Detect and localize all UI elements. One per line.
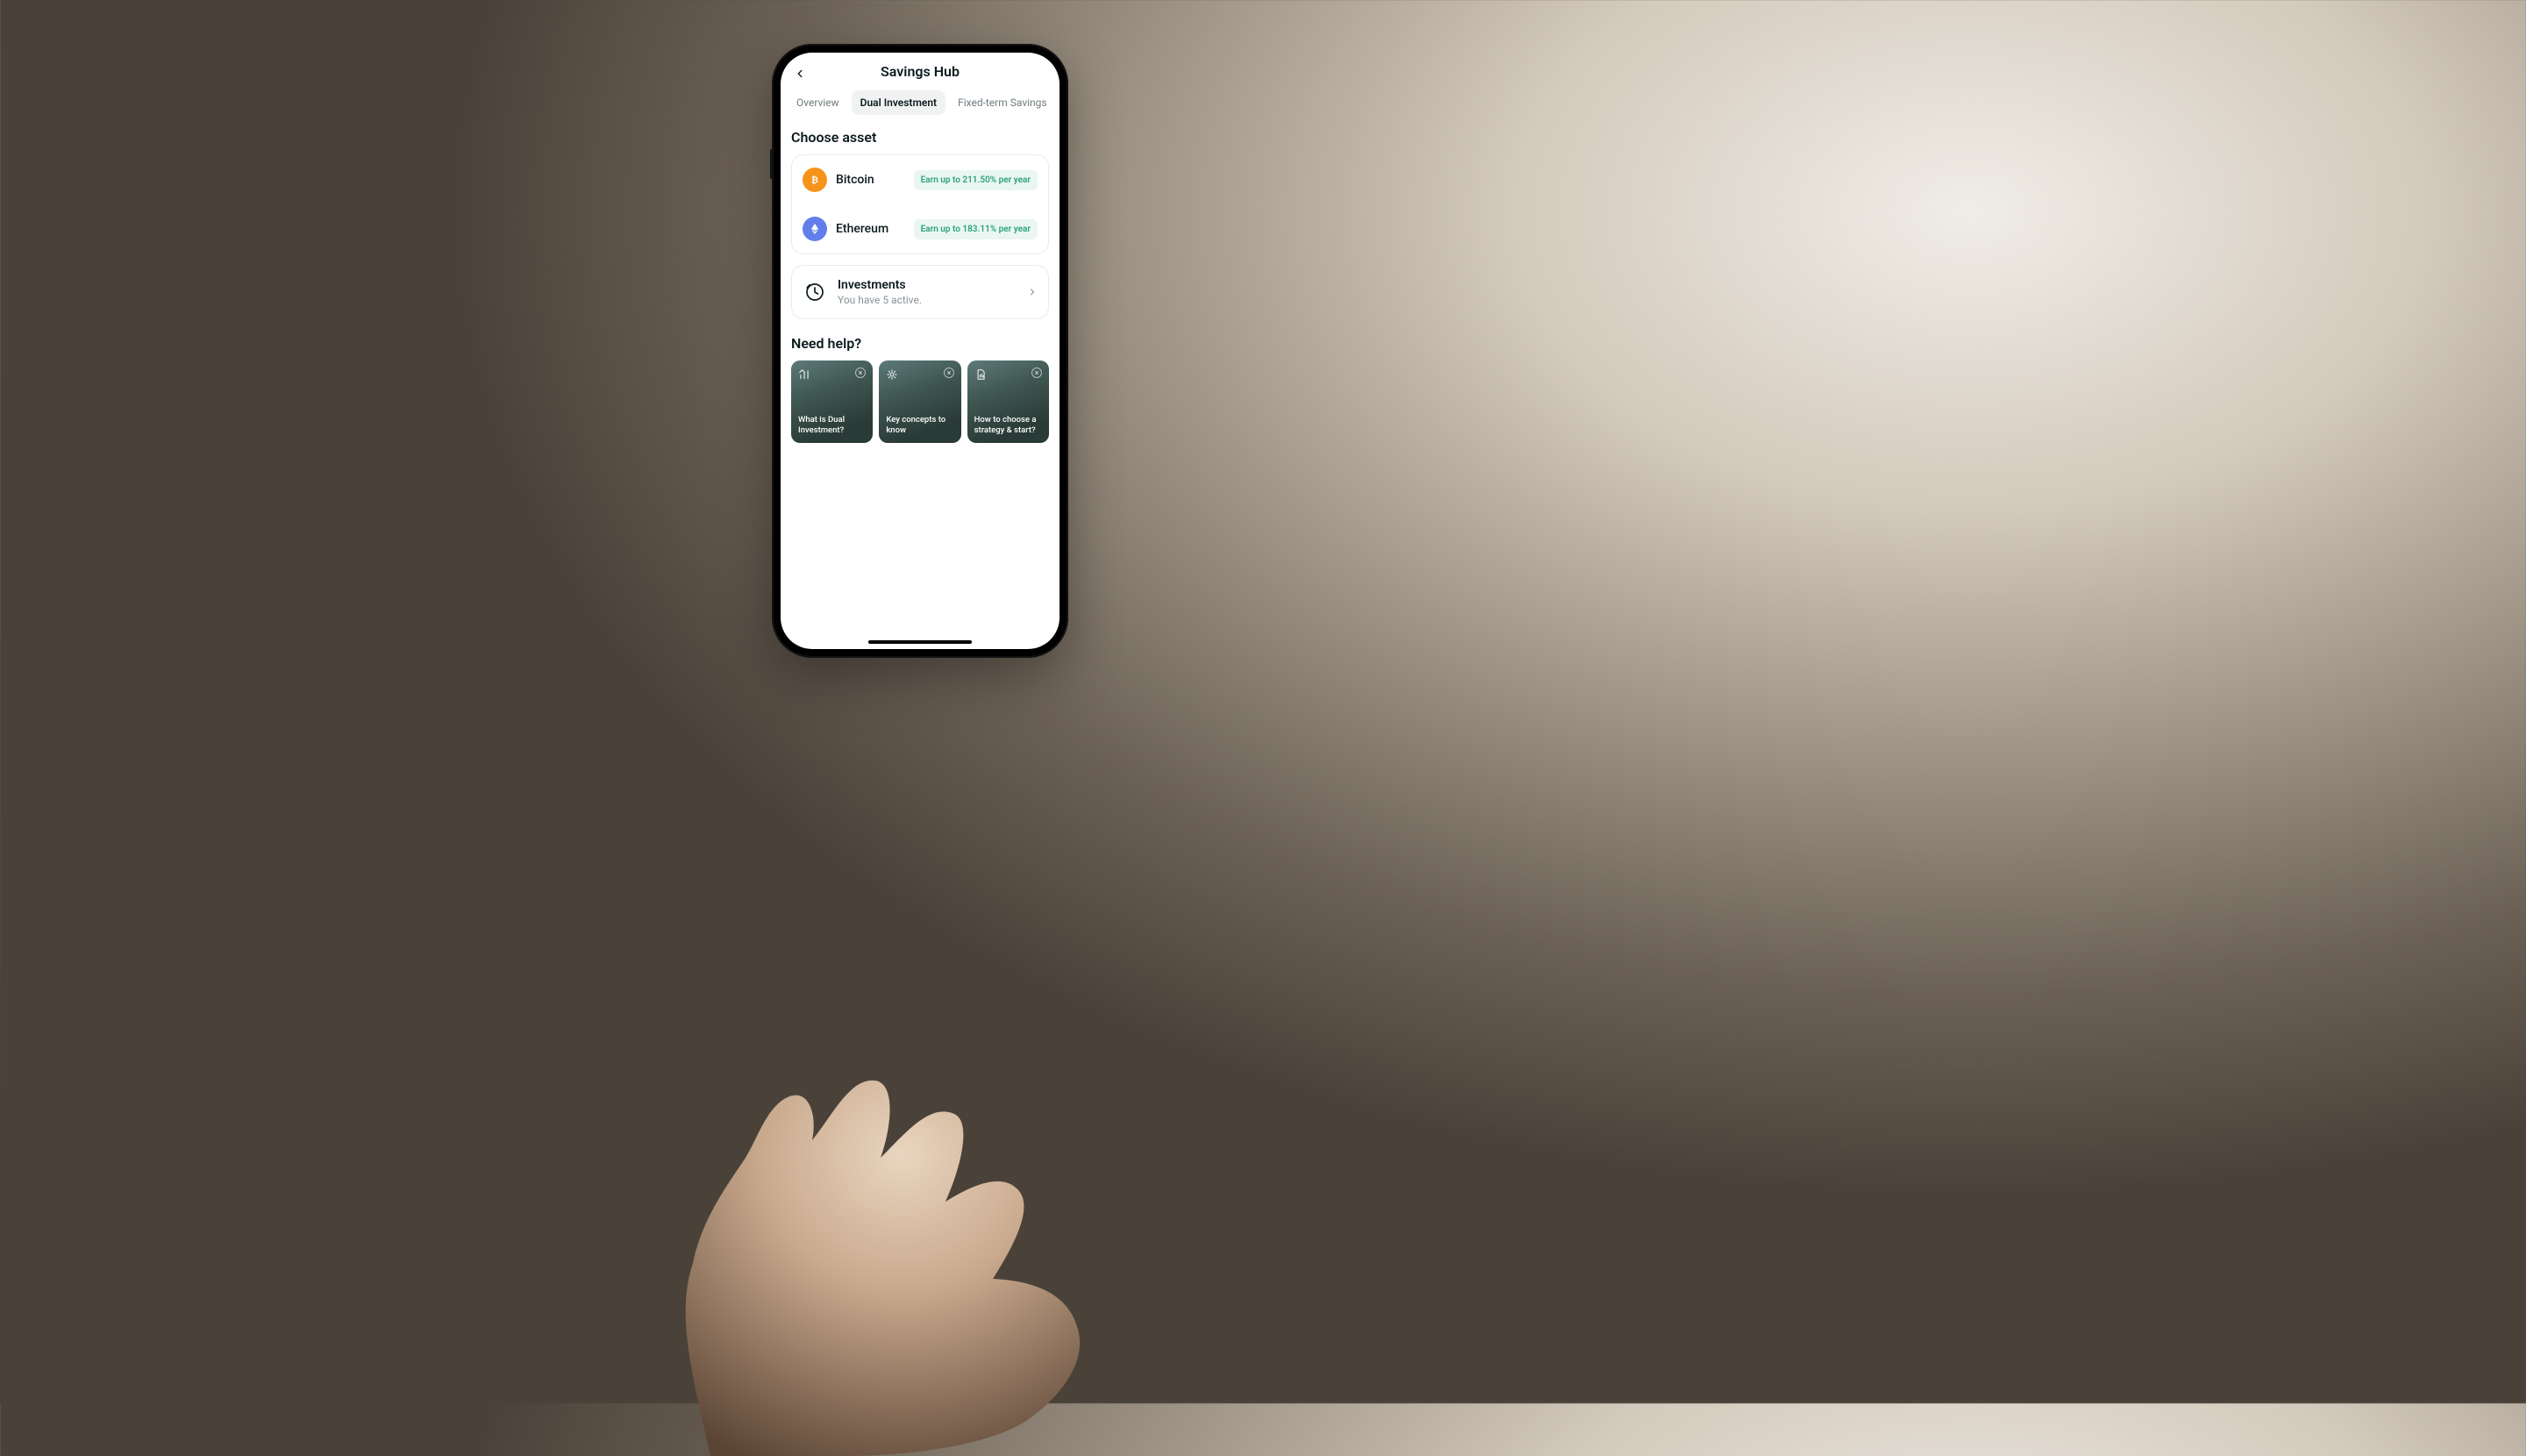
chevron-left-icon: [794, 68, 806, 80]
close-icon[interactable]: [944, 368, 954, 378]
content: Choose asset ₿ Bitcoin Earn up to 211.50…: [781, 124, 1060, 649]
asset-row-bitcoin[interactable]: ₿ Bitcoin Earn up to 211.50% per year: [792, 155, 1048, 204]
need-help-title: Need help?: [791, 335, 1049, 352]
app-header: Savings Hub: [781, 53, 1060, 87]
page-title: Savings Hub: [881, 63, 960, 80]
chevron-right-icon: [1027, 284, 1038, 301]
growth-icon: [798, 368, 810, 384]
asset-name: Ethereum: [836, 222, 905, 236]
asset-row-ethereum[interactable]: Ethereum Earn up to 183.11% per year: [792, 204, 1048, 253]
phone-frame: Savings Hub Overview Dual Investment Fix…: [772, 44, 1068, 658]
investments-subtitle: You have 5 active.: [838, 294, 1017, 306]
choose-asset-title: Choose asset: [791, 129, 1049, 146]
tab-fixed-term-savings[interactable]: Fixed-term Savings: [949, 90, 1056, 115]
help-card-what-is-dual[interactable]: What is Dual Investment?: [791, 360, 873, 443]
help-grid: What is Dual Investment?: [791, 360, 1049, 443]
tab-overview[interactable]: Overview: [788, 90, 848, 115]
earn-badge: Earn up to 211.50% per year: [914, 170, 1038, 190]
help-card-label: How to choose a strategy & start?: [974, 415, 1042, 436]
investments-card[interactable]: Investments You have 5 active.: [791, 265, 1049, 319]
help-card-label: What is Dual Investment?: [798, 415, 866, 436]
document-chart-icon: [974, 368, 987, 384]
phone-screen: Savings Hub Overview Dual Investment Fix…: [781, 53, 1060, 649]
close-icon[interactable]: [855, 368, 866, 378]
svg-text:₿: ₿: [811, 175, 818, 185]
earn-badge: Earn up to 183.11% per year: [914, 219, 1038, 239]
close-icon[interactable]: [1031, 368, 1042, 378]
back-button[interactable]: [789, 63, 810, 84]
asset-name: Bitcoin: [836, 173, 905, 187]
bitcoin-icon: ₿: [803, 168, 827, 192]
help-card-how-to-choose[interactable]: How to choose a strategy & start?: [967, 360, 1049, 443]
asset-card: ₿ Bitcoin Earn up to 211.50% per year Et…: [791, 154, 1049, 254]
hand-image: [614, 1000, 1088, 1456]
clock-icon: [803, 280, 827, 304]
home-indicator[interactable]: [868, 640, 972, 644]
tab-dual-investment[interactable]: Dual Investment: [852, 90, 945, 115]
investments-title: Investments: [838, 278, 1017, 292]
help-card-label: Key concepts to know: [886, 415, 953, 436]
ethereum-icon: [803, 217, 827, 241]
help-card-key-concepts[interactable]: Key concepts to know: [879, 360, 960, 443]
tabs: Overview Dual Investment Fixed-term Savi…: [781, 87, 1060, 124]
lightbulb-icon: [886, 368, 898, 384]
investments-text: Investments You have 5 active.: [838, 278, 1017, 306]
